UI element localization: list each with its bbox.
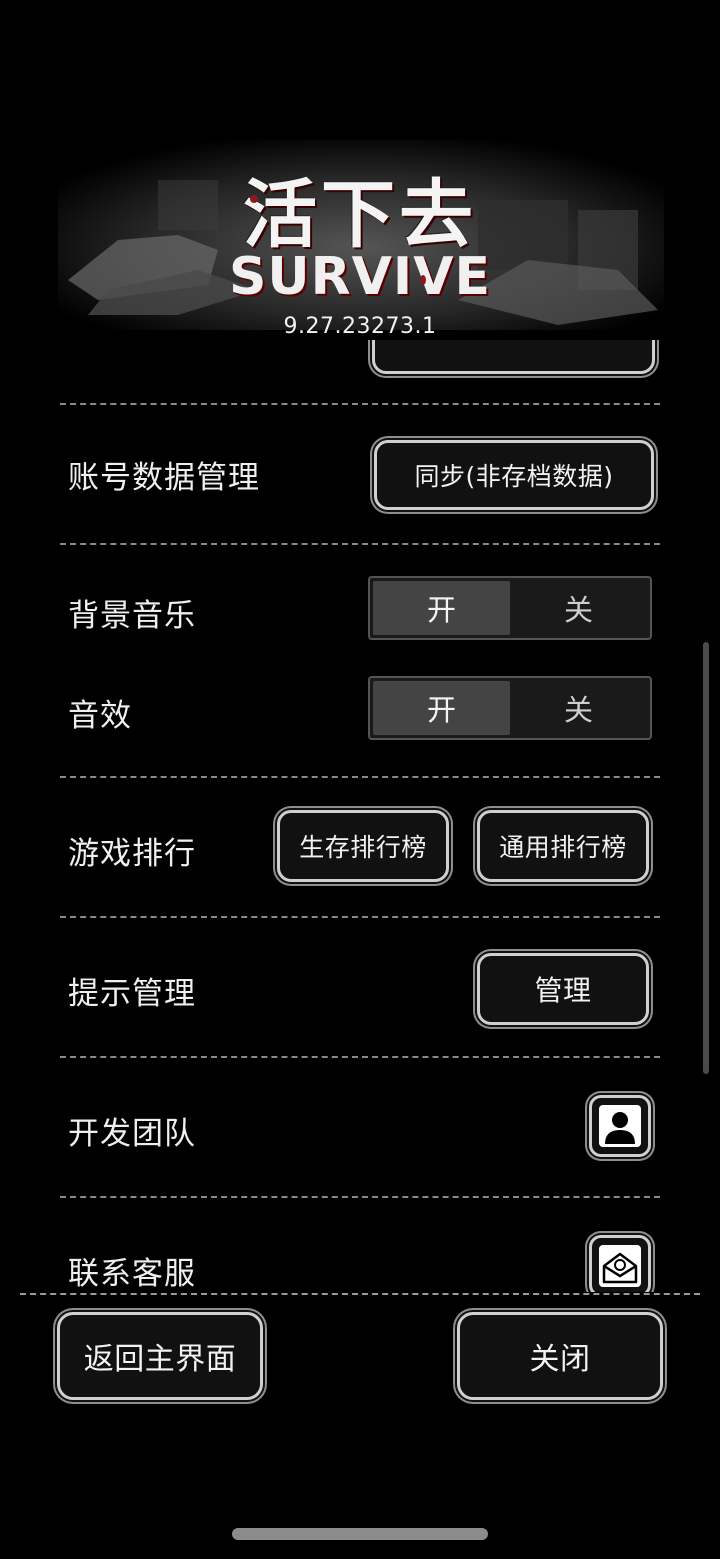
partial-button[interactable] xyxy=(372,340,655,374)
bgm-on-option[interactable]: 开 xyxy=(373,581,510,635)
sfx-on-option[interactable]: 开 xyxy=(373,681,510,735)
sfx-off-option[interactable]: 关 xyxy=(510,681,647,735)
bgm-label: 背景音乐 xyxy=(68,598,196,634)
divider xyxy=(60,403,660,405)
divider xyxy=(60,916,660,918)
account-data-label: 账号数据管理 xyxy=(68,460,260,496)
return-home-button[interactable]: 返回主界面 xyxy=(57,1312,263,1400)
person-icon xyxy=(599,1105,641,1147)
blood-splatter xyxy=(420,275,426,285)
sfx-label: 音效 xyxy=(68,698,132,734)
divider xyxy=(60,776,660,778)
footer-divider xyxy=(20,1293,700,1295)
bgm-toggle[interactable]: 开 关 xyxy=(368,576,652,640)
logo-title-en: SURVIVE xyxy=(228,247,492,307)
hints-manage-button[interactable]: 管理 xyxy=(477,953,649,1025)
settings-list[interactable]: 账号数据管理 同步(非存档数据) 背景音乐 开 关 音效 开 关 游戏排行 生存… xyxy=(0,340,720,1292)
logo-title-cn: 活下去 xyxy=(243,172,477,258)
dev-team-button[interactable] xyxy=(589,1095,651,1157)
support-label: 联系客服 xyxy=(68,1256,196,1292)
version-label: 9.27.23273.1 xyxy=(283,314,437,339)
divider xyxy=(60,1056,660,1058)
divider xyxy=(60,543,660,545)
bgm-off-option[interactable]: 关 xyxy=(510,581,647,635)
scrollbar[interactable] xyxy=(703,642,709,1074)
home-indicator[interactable] xyxy=(232,1528,488,1540)
mail-icon xyxy=(599,1245,641,1287)
general-ranking-button[interactable]: 通用排行榜 xyxy=(477,810,649,882)
sfx-toggle[interactable]: 开 关 xyxy=(368,676,652,740)
logo: 活下去 SURVIVE xyxy=(220,155,500,315)
divider xyxy=(60,1196,660,1198)
support-button[interactable] xyxy=(589,1235,651,1292)
ranking-label: 游戏排行 xyxy=(68,836,196,872)
survival-ranking-button[interactable]: 生存排行榜 xyxy=(277,810,449,882)
close-button[interactable]: 关闭 xyxy=(457,1312,663,1400)
blood-splatter xyxy=(250,195,258,203)
dev-team-label: 开发团队 xyxy=(68,1116,196,1152)
sync-button[interactable]: 同步(非存档数据) xyxy=(374,440,654,510)
hints-label: 提示管理 xyxy=(68,976,196,1012)
